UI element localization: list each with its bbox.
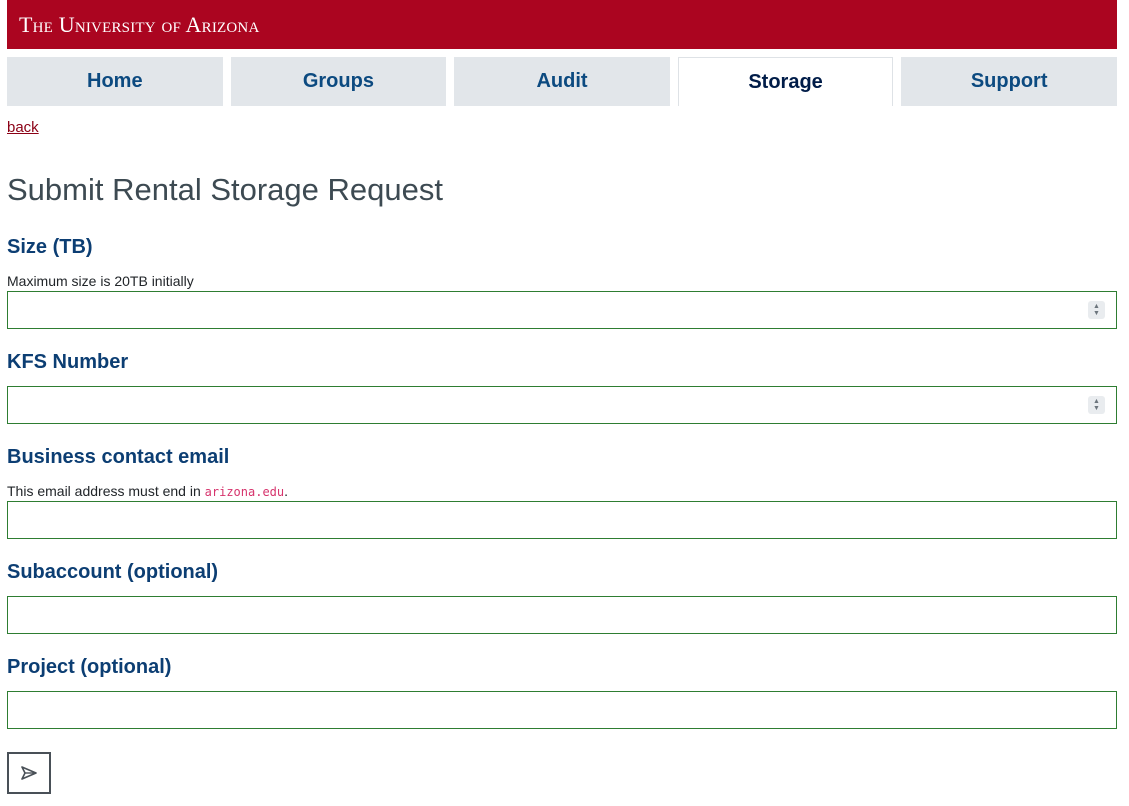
email-help-text: This email address must end in arizona.e…: [7, 483, 1117, 500]
subaccount-input[interactable]: [7, 595, 1117, 634]
tab-home[interactable]: Home: [7, 57, 223, 106]
project-field-group: Project (optional): [7, 655, 1117, 729]
tab-storage[interactable]: Storage: [677, 57, 894, 106]
spinner-down-icon[interactable]: ▼: [1093, 405, 1100, 412]
subaccount-label: Subaccount (optional): [7, 560, 219, 583]
kfs-label: KFS Number: [7, 350, 129, 373]
spinner-up-icon[interactable]: ▲: [1093, 303, 1100, 310]
email-domain-code: arizona.edu: [204, 484, 285, 499]
submit-button[interactable]: [7, 752, 51, 794]
page: The University of Arizona Home Groups Au…: [0, 0, 1129, 806]
email-help-suffix: .: [284, 482, 289, 499]
subaccount-field-group: Subaccount (optional): [7, 560, 1117, 634]
spinner-down-icon[interactable]: ▼: [1093, 310, 1100, 317]
size-spinner-icon[interactable]: ▲ ▼: [1088, 300, 1105, 319]
tab-support[interactable]: Support: [901, 57, 1117, 106]
email-input[interactable]: [7, 500, 1117, 539]
size-label: Size (TB): [7, 236, 93, 259]
size-help-text: Maximum size is 20TB initially: [7, 273, 194, 290]
page-title: Submit Rental Storage Request: [7, 172, 443, 207]
email-label: Business contact email: [7, 445, 230, 468]
project-label: Project (optional): [7, 655, 172, 678]
university-logo[interactable]: The University of Arizona: [19, 12, 260, 38]
university-banner: The University of Arizona: [7, 0, 1117, 49]
tab-groups[interactable]: Groups: [230, 57, 447, 106]
send-icon: [21, 766, 37, 780]
kfs-spinner-icon[interactable]: ▲ ▼: [1088, 395, 1105, 414]
size-input[interactable]: [7, 290, 1117, 329]
spinner-up-icon[interactable]: ▲: [1093, 398, 1100, 405]
size-field-group: Size (TB) Maximum size is 20TB initially…: [7, 235, 1117, 329]
email-field-group: Business contact email This email addres…: [7, 445, 1117, 539]
rental-storage-form: Size (TB) Maximum size is 20TB initially…: [7, 235, 1117, 794]
size-input-wrap: ▲ ▼: [7, 290, 1117, 329]
project-input[interactable]: [7, 690, 1117, 729]
kfs-input-wrap: ▲ ▼: [7, 385, 1117, 424]
kfs-input[interactable]: [7, 385, 1117, 424]
tab-audit[interactable]: Audit: [454, 57, 670, 106]
back-link[interactable]: back: [7, 119, 39, 136]
kfs-field-group: KFS Number ▲ ▼: [7, 350, 1117, 424]
main-nav-tabs: Home Groups Audit Storage Support: [7, 57, 1117, 106]
email-help-prefix: This email address must end in: [7, 482, 205, 499]
